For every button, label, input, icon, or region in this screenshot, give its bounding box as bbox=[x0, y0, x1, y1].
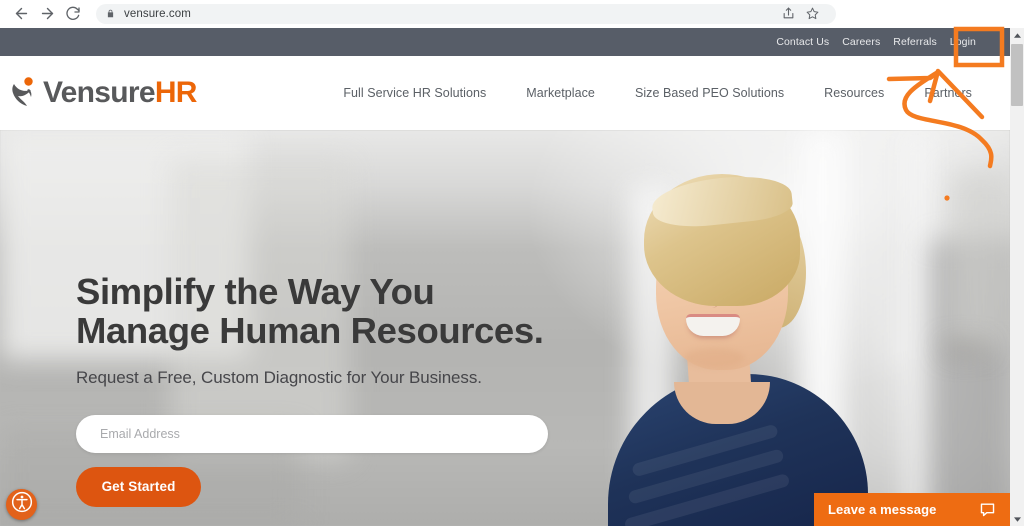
hero-section: Simplify the Way You Manage Human Resour… bbox=[0, 130, 1010, 526]
nav-item-partners[interactable]: Partners bbox=[904, 86, 992, 100]
accessibility-person-icon bbox=[11, 491, 33, 518]
utility-link-referrals[interactable]: Referrals bbox=[893, 36, 937, 48]
hero-headline-line-2: Manage Human Resources. bbox=[76, 310, 544, 352]
vensure-figure-icon bbox=[8, 75, 42, 111]
address-bar-url: vensure.com bbox=[124, 7, 191, 20]
background-column-shape bbox=[905, 130, 931, 526]
site-header: VensureHR Full Service HR Solutions Mark… bbox=[0, 56, 1010, 130]
portrait-chin-shadow bbox=[684, 348, 744, 368]
main-navigation: Full Service HR Solutions Marketplace Si… bbox=[323, 86, 1010, 100]
utility-link-contact-us[interactable]: Contact Us bbox=[776, 36, 829, 48]
utility-bar: Contact Us Careers Referrals Login bbox=[0, 28, 1010, 56]
browser-window: vensure.com Contact Us Careers Referrals… bbox=[0, 0, 1024, 526]
hero-subheadline: Request a Free, Custom Diagnostic for Yo… bbox=[76, 367, 482, 387]
back-icon[interactable] bbox=[8, 1, 34, 27]
chat-widget-label: Leave a message bbox=[828, 502, 937, 517]
hero-photo-businesswoman bbox=[600, 152, 900, 526]
nav-item-resources[interactable]: Resources bbox=[804, 86, 904, 100]
reload-icon[interactable] bbox=[60, 1, 86, 27]
portrait-smile bbox=[686, 314, 740, 336]
utility-link-login[interactable]: Login bbox=[950, 36, 976, 48]
page-scrollbar[interactable] bbox=[1010, 28, 1024, 526]
background-door-shape bbox=[950, 170, 1010, 350]
chat-widget[interactable]: Leave a message bbox=[814, 493, 1010, 526]
nav-item-full-service-hr-solutions[interactable]: Full Service HR Solutions bbox=[323, 86, 506, 100]
logo-text-hr: HR bbox=[154, 76, 198, 109]
nav-item-size-based-peo-solutions[interactable]: Size Based PEO Solutions bbox=[615, 86, 804, 100]
get-started-button[interactable]: Get Started bbox=[76, 466, 201, 507]
address-bar[interactable]: vensure.com bbox=[96, 3, 836, 24]
scrollbar-thumb[interactable] bbox=[1011, 44, 1023, 106]
hero-headline: Simplify the Way You Manage Human Resour… bbox=[76, 272, 596, 351]
browser-toolbar: vensure.com bbox=[0, 0, 1024, 28]
background-door-handle-shape bbox=[942, 345, 988, 352]
accessibility-widget-button[interactable] bbox=[6, 489, 37, 520]
logo-wordmark: VensureHR bbox=[43, 76, 197, 110]
chat-bubble-icon[interactable] bbox=[979, 501, 996, 518]
lock-icon bbox=[106, 8, 116, 19]
nav-item-marketplace[interactable]: Marketplace bbox=[506, 86, 615, 100]
hero-content: Simplify the Way You Manage Human Resour… bbox=[76, 272, 596, 507]
logo-text-vensure: Vensure bbox=[43, 76, 156, 109]
scrollbar-down-arrow[interactable] bbox=[1010, 512, 1024, 526]
site-logo[interactable]: VensureHR bbox=[8, 75, 197, 111]
omnibox-actions bbox=[778, 4, 826, 24]
share-icon[interactable] bbox=[778, 4, 798, 24]
utility-link-careers[interactable]: Careers bbox=[842, 36, 880, 48]
scrollbar-up-arrow[interactable] bbox=[1010, 28, 1024, 42]
star-icon[interactable] bbox=[802, 4, 822, 24]
hero-headline-line-1: Simplify the Way You bbox=[76, 271, 435, 312]
email-input[interactable] bbox=[76, 414, 548, 453]
forward-icon[interactable] bbox=[34, 1, 60, 27]
